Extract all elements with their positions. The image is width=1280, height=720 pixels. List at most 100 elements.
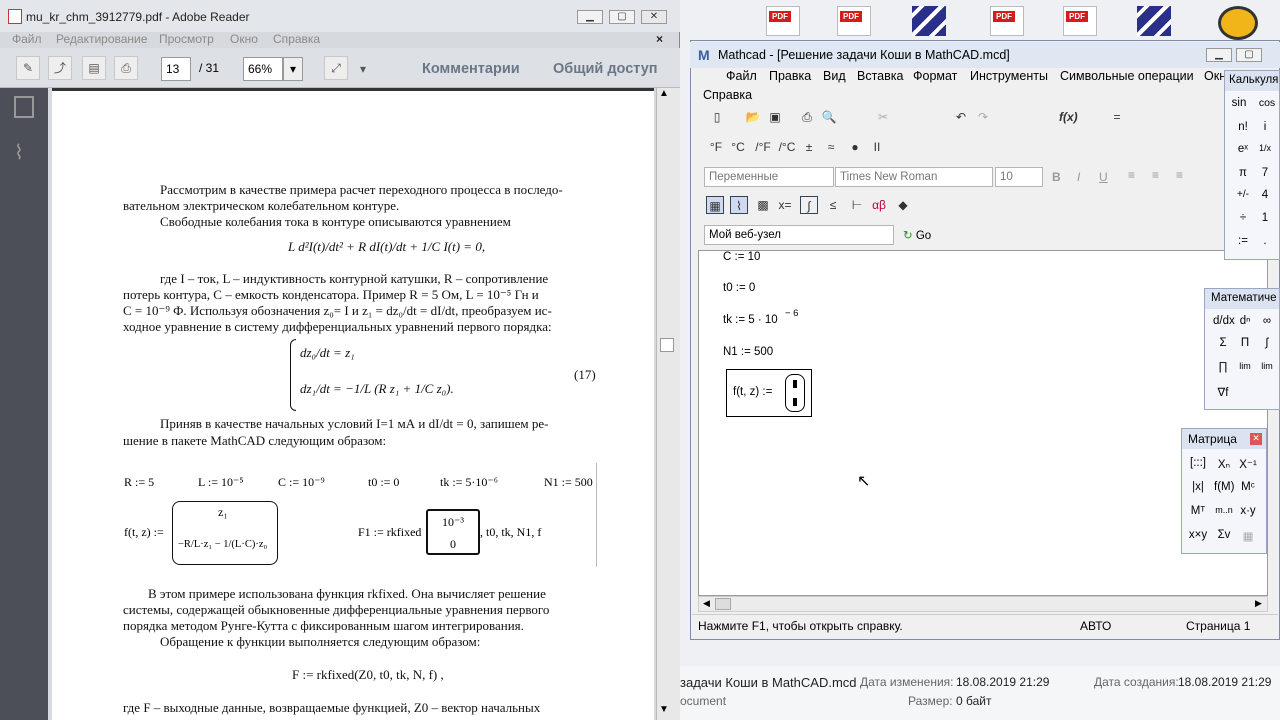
scroll-thumb[interactable] <box>660 338 674 352</box>
vectorize-icon[interactable]: f(M) <box>1214 481 1234 493</box>
matrix-palette-icon[interactable]: ▩ <box>754 196 772 214</box>
editing-region[interactable]: f(t, z) := <box>726 369 812 417</box>
share-button[interactable]: Общий доступ <box>553 61 658 77</box>
mc-menu-edit[interactable]: Правка <box>769 69 811 83</box>
pdf-file-icon[interactable]: PDF <box>990 6 1024 36</box>
mc-menu-window[interactable]: Окн <box>1204 69 1226 83</box>
column-icon[interactable]: Mᶜ <box>1238 481 1258 493</box>
graph-palette-icon[interactable]: ⌇ <box>730 196 748 214</box>
open-icon[interactable]: ⤴ <box>48 56 72 80</box>
attachments-icon[interactable]: ⌇ <box>14 140 24 165</box>
scroll-up-icon[interactable]: ▲ <box>659 88 669 99</box>
unit-c[interactable]: °C <box>728 138 748 156</box>
web-address-select[interactable]: Мой веб-узел <box>704 225 894 245</box>
worksheet-expr[interactable]: t0 := 0 <box>723 282 755 294</box>
inverse-icon[interactable]: X⁻¹ <box>1238 457 1258 471</box>
integral-icon[interactable]: ∫ <box>1257 337 1277 349</box>
function-icon[interactable]: f(x) <box>1059 108 1078 126</box>
mc-menu-insert[interactable]: Вставка <box>857 69 903 83</box>
nth-derivative-icon[interactable]: dⁿ <box>1235 315 1255 327</box>
align-center-icon[interactable]: ≡ <box>1152 168 1159 182</box>
size-select[interactable]: 10 <box>995 167 1043 187</box>
mc-menu-help[interactable]: Справка <box>703 88 752 102</box>
limit-plus-icon[interactable]: lim <box>1257 361 1277 371</box>
pdf-file-icon[interactable]: PDF <box>766 6 800 36</box>
unit-f[interactable]: °F <box>706 138 726 156</box>
minimize-button[interactable]: ▁ <box>577 10 603 24</box>
undo-icon[interactable]: ↶ <box>952 108 970 126</box>
product-icon[interactable]: Π <box>1235 337 1255 349</box>
boolean-palette-icon[interactable]: ≤ <box>824 196 842 214</box>
mc-menu-format[interactable]: Формат <box>913 69 957 83</box>
range-product-icon[interactable]: ∏ <box>1213 361 1233 373</box>
menu-window[interactable]: Окно <box>230 32 258 46</box>
pdf-file-icon[interactable]: PDF <box>1063 6 1097 36</box>
calc-assign-button[interactable]: := <box>1233 235 1253 247</box>
mc-menu-symbolic[interactable]: Символьные операции <box>1060 69 1194 83</box>
save-icon[interactable]: ▤ <box>82 56 106 80</box>
calc-7-button[interactable]: 7 <box>1255 167 1275 179</box>
scroll-left-icon[interactable]: ◀ <box>703 598 710 609</box>
subscript-icon[interactable]: Xₙ <box>1214 457 1234 471</box>
calculus-palette-icon[interactable]: ∫ <box>800 196 818 214</box>
calc-reciprocal-button[interactable]: 1/x <box>1255 143 1275 153</box>
calc-factorial-button[interactable]: n! <box>1233 121 1253 133</box>
pdf-file-icon[interactable]: PDF <box>837 6 871 36</box>
comments-button[interactable]: Комментарии <box>422 61 520 77</box>
new-icon[interactable]: ▯ <box>708 108 726 126</box>
unit-per-f[interactable]: /°F <box>752 138 774 156</box>
determinant-icon[interactable]: |x| <box>1188 481 1208 493</box>
italic-icon[interactable]: I <box>1077 170 1080 184</box>
range-variable-icon[interactable]: m..n <box>1214 505 1234 515</box>
app-shortcut-icon[interactable] <box>1218 6 1258 40</box>
preview-icon[interactable]: 🔍 <box>820 108 838 126</box>
open-icon[interactable]: 📂 <box>744 108 762 126</box>
symbolic-palette-icon[interactable]: ◆ <box>894 196 912 214</box>
matrix-insert-icon[interactable]: [:::] <box>1188 457 1208 469</box>
more-tools-icon[interactable]: ▾ <box>360 62 366 76</box>
worksheet-expr[interactable]: N1 := 500 <box>723 346 773 358</box>
worksheet-expr[interactable]: C := 10 <box>723 251 760 263</box>
archive-icon[interactable] <box>1137 6 1171 36</box>
maximize-button[interactable]: ▢ <box>609 10 635 24</box>
calc-cos-button[interactable]: cos <box>1257 97 1277 109</box>
worksheet-expr[interactable]: f(t, z) := <box>733 386 772 398</box>
greek-palette-icon[interactable]: αβ <box>870 196 888 214</box>
limit-icon[interactable]: lim <box>1235 361 1255 371</box>
redo-icon[interactable]: ↷ <box>974 108 992 126</box>
menu-file[interactable]: Файл <box>12 32 42 46</box>
calc-sign-button[interactable]: +/- <box>1233 189 1253 200</box>
calc-4-button[interactable]: 4 <box>1255 189 1275 201</box>
dot-button[interactable]: ● <box>846 138 864 156</box>
gradient-icon[interactable]: ∇f <box>1213 385 1233 399</box>
mathcad-minimize-button[interactable]: ▁ <box>1206 48 1232 62</box>
h-scroll-thumb[interactable] <box>715 598 731 610</box>
dot-product-icon[interactable]: x·y <box>1238 505 1258 517</box>
go-button[interactable]: ↻ Go <box>903 228 931 242</box>
fit-page-icon[interactable]: ⤢ <box>324 56 348 80</box>
print-icon[interactable]: ⎙ <box>798 108 816 126</box>
page-number-input[interactable]: 13 <box>161 57 191 81</box>
create-icon[interactable]: ✎ <box>16 56 40 80</box>
evaluation-palette-icon[interactable]: x= <box>776 196 794 214</box>
bold-icon[interactable]: B <box>1052 170 1061 184</box>
close-button[interactable]: ✕ <box>641 10 667 24</box>
infinity-icon[interactable]: ∞ <box>1257 315 1277 327</box>
font-select[interactable]: Times New Roman <box>835 167 993 187</box>
calculate-icon[interactable]: = <box>1108 108 1126 126</box>
unit-per-c[interactable]: /°C <box>776 138 798 156</box>
placeholder-slot[interactable] <box>793 398 797 406</box>
archive-icon[interactable] <box>912 6 946 36</box>
worksheet-h-scrollbar[interactable]: ◀ ▶ <box>698 596 1268 612</box>
sum-icon[interactable]: Σ <box>1213 337 1233 349</box>
zoom-dropdown-icon[interactable]: ▾ <box>283 57 303 81</box>
mc-menu-tools[interactable]: Инструменты <box>970 69 1048 83</box>
pdf-scrollbar[interactable]: ▲ ▼ <box>656 88 680 720</box>
close-doc-icon[interactable]: × <box>656 32 663 46</box>
align-right-icon[interactable]: ≡ <box>1176 168 1183 182</box>
print-icon[interactable]: ⎙ <box>114 56 138 80</box>
programming-palette-icon[interactable]: ⊢ <box>848 196 866 214</box>
style-select[interactable]: Переменные <box>704 167 834 187</box>
calc-divide-button[interactable]: ÷ <box>1233 212 1253 224</box>
calc-sin-button[interactable]: sin <box>1229 97 1249 109</box>
